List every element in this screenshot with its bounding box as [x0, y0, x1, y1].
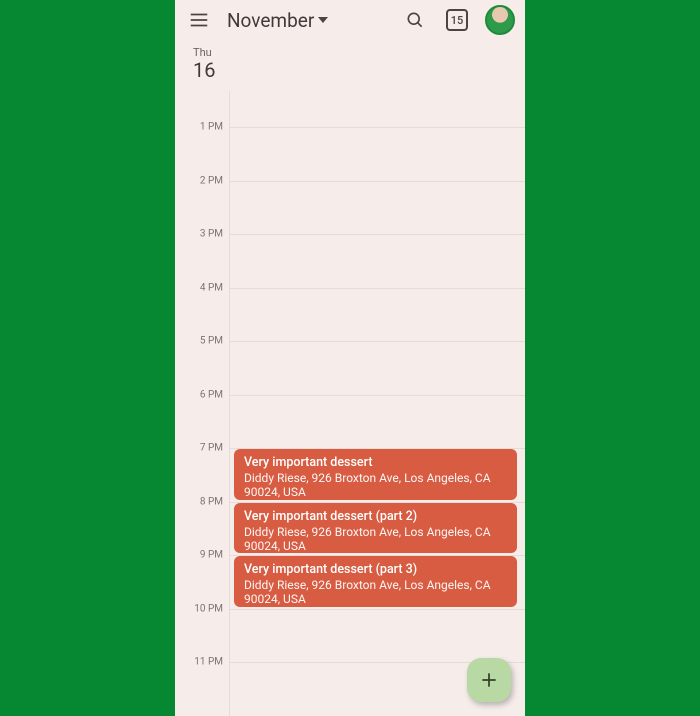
- hour-line: [230, 234, 525, 235]
- add-event-button[interactable]: [467, 658, 511, 702]
- hour-label: 1 PM: [200, 122, 223, 133]
- hour-label: 10 PM: [194, 603, 223, 614]
- hour-line: [230, 181, 525, 182]
- today-date: 15: [446, 9, 468, 31]
- calendar-event[interactable]: Very important dessert (part 3)Diddy Rie…: [234, 556, 517, 607]
- day-name: Thu: [193, 46, 525, 59]
- events-column[interactable]: Very important dessertDiddy Riese, 926 B…: [229, 91, 525, 716]
- hour-label: 7 PM: [200, 443, 223, 454]
- hour-line: [230, 609, 525, 610]
- hour-line: [230, 127, 525, 128]
- time-grid[interactable]: 1 PM 2 PM 3 PM 4 PM 5 PM 6 PM 7 PM 8 PM 9 PM 10 P…: [175, 91, 525, 716]
- chevron-down-icon: [318, 15, 328, 25]
- calendar-event[interactable]: Very important dessert (part 2)Diddy Rie…: [234, 503, 517, 554]
- header: November 15: [175, 0, 525, 40]
- day-header: Thu 16: [175, 40, 525, 91]
- menu-icon[interactable]: [185, 6, 213, 34]
- calendar-event[interactable]: Very important dessertDiddy Riese, 926 B…: [234, 449, 517, 500]
- hour-label: 2 PM: [200, 175, 223, 186]
- event-location: Diddy Riese, 926 Broxton Ave, Los Angele…: [244, 578, 507, 607]
- hour-label: 5 PM: [200, 336, 223, 347]
- month-selector[interactable]: November: [227, 9, 387, 32]
- search-icon[interactable]: [401, 6, 429, 34]
- hour-line: [230, 341, 525, 342]
- hour-label: 11 PM: [194, 657, 223, 668]
- time-column: 1 PM 2 PM 3 PM 4 PM 5 PM 6 PM 7 PM 8 PM 9 PM 10 P…: [175, 91, 229, 716]
- avatar[interactable]: [485, 5, 515, 35]
- hour-label: 8 PM: [200, 496, 223, 507]
- event-title: Very important dessert (part 3): [244, 562, 507, 577]
- calendar-app: November 15 Thu 16 1 PM 2 PM 3 PM 4 PM 5 PM 6…: [175, 0, 525, 716]
- hour-line: [230, 288, 525, 289]
- hour-label: 9 PM: [200, 550, 223, 561]
- today-button[interactable]: 15: [443, 6, 471, 34]
- hour-line: [230, 395, 525, 396]
- plus-icon: [479, 670, 499, 690]
- event-title: Very important dessert: [244, 455, 507, 470]
- month-label: November: [227, 9, 314, 32]
- event-location: Diddy Riese, 926 Broxton Ave, Los Angele…: [244, 471, 507, 500]
- day-number: 16: [193, 59, 525, 81]
- event-title: Very important dessert (part 2): [244, 509, 507, 524]
- event-location: Diddy Riese, 926 Broxton Ave, Los Angele…: [244, 525, 507, 554]
- hour-label: 6 PM: [200, 389, 223, 400]
- hour-label: 4 PM: [200, 282, 223, 293]
- hour-label: 3 PM: [200, 229, 223, 240]
